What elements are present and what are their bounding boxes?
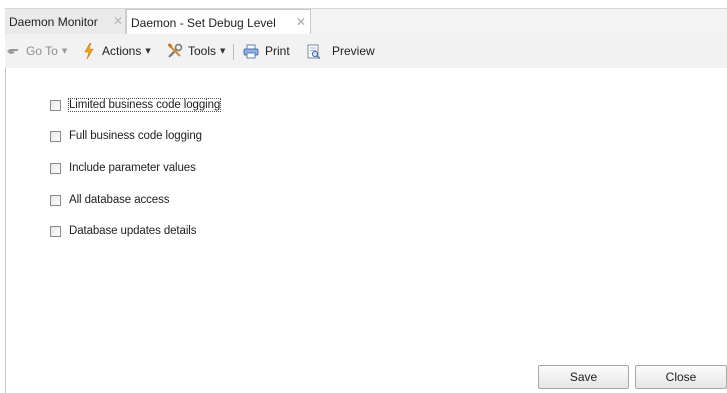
option-limited-business-code-logging[interactable]: Limited business code logging: [50, 97, 222, 113]
print-label: Print: [265, 44, 290, 58]
tab-label: Daemon - Set Debug Level: [131, 16, 276, 30]
toolbar: Go To ▼ Actions ▼ Tools ▼ Print Preview: [5, 34, 727, 68]
chevron-down-icon: ▼: [220, 47, 226, 55]
printer-icon: [243, 44, 259, 59]
option-full-business-code-logging[interactable]: Full business code logging: [50, 128, 202, 144]
option-all-database-access[interactable]: All database access: [50, 192, 169, 208]
checkbox[interactable]: [50, 194, 61, 206]
option-label: Include parameter values: [69, 162, 196, 174]
actions-menu[interactable]: Actions ▼: [84, 34, 151, 68]
checkbox[interactable]: [50, 162, 61, 174]
goto-menu[interactable]: Go To ▼: [6, 34, 67, 68]
tools-icon: [167, 43, 183, 59]
toolbar-separator: [233, 44, 234, 60]
checkbox[interactable]: [50, 99, 61, 111]
pointing-hand-icon: [6, 45, 20, 57]
tab-label: Daemon Monitor: [9, 15, 98, 29]
actions-label: Actions: [102, 44, 142, 58]
close-button[interactable]: Close: [635, 365, 727, 389]
tab-strip: Daemon Monitor ✕ Daemon - Set Debug Leve…: [5, 8, 727, 36]
lightning-icon: [84, 42, 94, 60]
checkbox[interactable]: [50, 225, 61, 237]
chevron-down-icon: ▼: [61, 47, 68, 55]
tools-menu[interactable]: Tools ▼: [167, 34, 225, 68]
option-label: Full business code logging: [69, 130, 202, 142]
tools-label: Tools: [188, 44, 217, 58]
close-icon[interactable]: ✕: [296, 15, 306, 29]
debug-level-panel: Limited business code logging Full busin…: [6, 68, 727, 393]
save-button[interactable]: Save: [538, 365, 629, 389]
option-label: Limited business code logging: [67, 98, 222, 112]
goto-label: Go To: [26, 44, 58, 58]
close-icon[interactable]: ✕: [113, 14, 123, 28]
option-label: Database updates details: [69, 225, 197, 237]
print-button[interactable]: Print: [243, 34, 290, 68]
option-label: All database access: [69, 194, 170, 206]
preview-icon: [307, 44, 321, 59]
option-database-updates-details[interactable]: Database updates details: [50, 223, 196, 239]
chevron-down-icon: ▼: [145, 47, 151, 55]
tab-daemon-monitor[interactable]: Daemon Monitor ✕: [5, 9, 126, 35]
preview-button[interactable]: Preview: [307, 34, 375, 68]
checkbox[interactable]: [50, 130, 61, 142]
option-include-parameter-values[interactable]: Include parameter values: [50, 160, 196, 176]
preview-label: Preview: [332, 44, 375, 58]
tab-set-debug-level[interactable]: Daemon - Set Debug Level ✕: [126, 9, 311, 36]
